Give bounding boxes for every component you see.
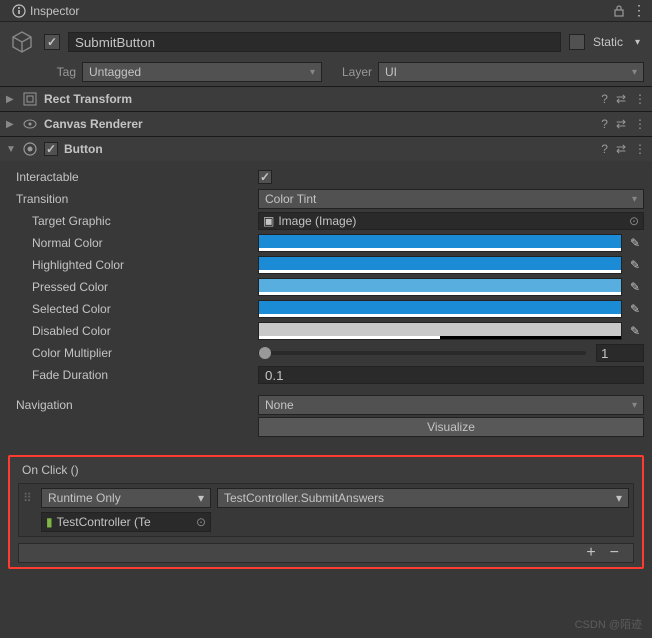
pressed-color-field[interactable] [258, 278, 622, 296]
highlighted-color-field[interactable] [258, 256, 622, 274]
preset-icon[interactable]: ⇄ [616, 92, 626, 106]
navigation-dropdown[interactable]: None▾ [258, 395, 644, 415]
button-foldout[interactable]: ▼ [6, 144, 16, 155]
color-multiplier-input[interactable] [596, 344, 644, 362]
kebab-icon[interactable]: ⋮ [634, 92, 646, 106]
lock-icon[interactable] [612, 4, 626, 18]
color-multiplier-label: Color Multiplier [8, 346, 258, 360]
object-picker-icon[interactable]: ⊙ [629, 214, 639, 228]
event-target-field[interactable]: ▮ TestController (Te ⊙ [41, 512, 211, 532]
drag-handle-icon[interactable]: ⠿ [23, 491, 35, 505]
eyedropper-icon[interactable]: ✎ [626, 278, 644, 296]
selected-color-field[interactable] [258, 300, 622, 318]
help-icon[interactable]: ? [601, 92, 608, 106]
preset-icon[interactable]: ⇄ [616, 117, 626, 131]
fade-duration-label: Fade Duration [8, 368, 258, 382]
gameobject-enabled-checkbox[interactable] [44, 34, 60, 50]
navigation-label: Navigation [8, 398, 258, 412]
target-graphic-label: Target Graphic [8, 214, 258, 228]
eyedropper-icon[interactable]: ✎ [626, 322, 644, 340]
image-type-icon: ▣ [263, 214, 274, 228]
eyedropper-icon[interactable]: ✎ [626, 234, 644, 252]
target-graphic-field[interactable]: ▣ Image (Image) ⊙ [258, 212, 644, 230]
tag-dropdown[interactable]: Untagged▾ [82, 62, 322, 82]
kebab-icon[interactable]: ⋮ [632, 2, 646, 19]
rect-transform-title: Rect Transform [44, 92, 595, 106]
transition-label: Transition [8, 192, 258, 206]
tag-label: Tag [44, 65, 76, 79]
kebab-icon[interactable]: ⋮ [634, 117, 646, 131]
transition-dropdown[interactable]: Color Tint▾ [258, 189, 644, 209]
eyedropper-icon[interactable]: ✎ [626, 300, 644, 318]
help-icon[interactable]: ? [601, 142, 608, 156]
layer-dropdown[interactable]: UI▾ [378, 62, 644, 82]
watermark: CSDN @陌迹 [575, 616, 642, 632]
normal-color-label: Normal Color [8, 236, 258, 250]
layer-label: Layer [328, 65, 372, 79]
remove-event-button[interactable]: − [604, 544, 625, 562]
onclick-event-box: On Click () ⠿ Runtime Only▾ TestControll… [8, 455, 644, 569]
add-event-button[interactable]: + [580, 544, 601, 562]
fade-duration-input[interactable] [258, 366, 644, 384]
selected-color-label: Selected Color [8, 302, 258, 316]
color-multiplier-slider[interactable] [258, 351, 586, 355]
canvas-renderer-foldout[interactable]: ▶ [6, 119, 16, 130]
gameobject-name-input[interactable] [68, 32, 561, 52]
rect-transform-foldout[interactable]: ▶ [6, 94, 16, 105]
onclick-title: On Click () [18, 463, 634, 477]
tab-title: Inspector [30, 4, 79, 18]
canvas-renderer-icon [22, 116, 38, 132]
rect-transform-icon [22, 91, 38, 107]
kebab-icon[interactable]: ⋮ [634, 142, 646, 156]
static-label: Static [593, 35, 623, 49]
script-type-icon: ▮ [46, 515, 53, 529]
info-icon [12, 4, 26, 18]
interactable-label: Interactable [8, 170, 258, 184]
static-dropdown-arrow[interactable]: ▾ [631, 37, 644, 48]
disabled-color-label: Disabled Color [8, 324, 258, 338]
preset-icon[interactable]: ⇄ [616, 142, 626, 156]
button-title: Button [64, 142, 595, 156]
button-icon [22, 141, 38, 157]
help-icon[interactable]: ? [601, 117, 608, 131]
highlighted-color-label: Highlighted Color [8, 258, 258, 272]
static-checkbox[interactable] [569, 34, 585, 50]
eyedropper-icon[interactable]: ✎ [626, 256, 644, 274]
disabled-color-field[interactable] [258, 322, 622, 340]
normal-color-field[interactable] [258, 234, 622, 252]
button-enabled-checkbox[interactable] [44, 142, 58, 156]
interactable-checkbox[interactable] [258, 170, 272, 184]
pressed-color-label: Pressed Color [8, 280, 258, 294]
canvas-renderer-title: Canvas Renderer [44, 117, 595, 131]
object-picker-icon[interactable]: ⊙ [196, 515, 206, 529]
inspector-tab[interactable]: Inspector [6, 2, 85, 20]
function-dropdown[interactable]: TestController.SubmitAnswers▾ [217, 488, 629, 508]
runtime-dropdown[interactable]: Runtime Only▾ [41, 488, 211, 508]
gameobject-icon[interactable] [8, 28, 36, 56]
visualize-button[interactable]: Visualize [258, 417, 644, 437]
